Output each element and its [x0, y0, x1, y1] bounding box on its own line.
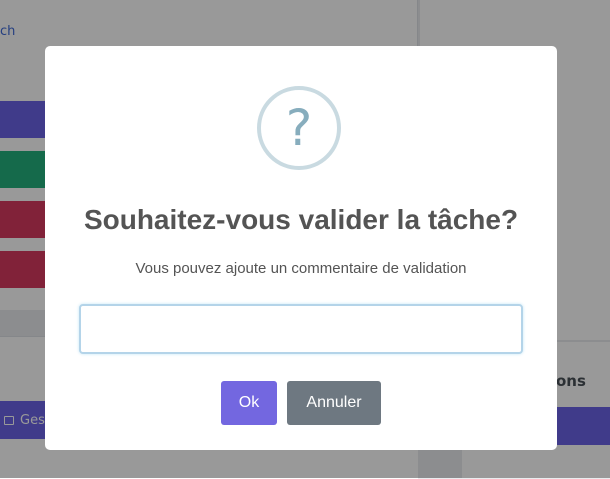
question-icon-glyph: ? — [285, 99, 313, 157]
dialog-title: Souhaitez-vous valider la tâche? — [83, 204, 519, 235]
ok-button[interactable]: Ok — [221, 381, 277, 425]
validation-dialog: ? Souhaitez-vous valider la tâche? Vous … — [45, 46, 557, 450]
question-icon: ? — [257, 86, 341, 170]
dialog-text: Vous pouvez ajoute un commentaire de val… — [135, 260, 467, 277]
cancel-button[interactable]: Annuler — [287, 381, 381, 425]
comment-input[interactable] — [79, 304, 523, 354]
